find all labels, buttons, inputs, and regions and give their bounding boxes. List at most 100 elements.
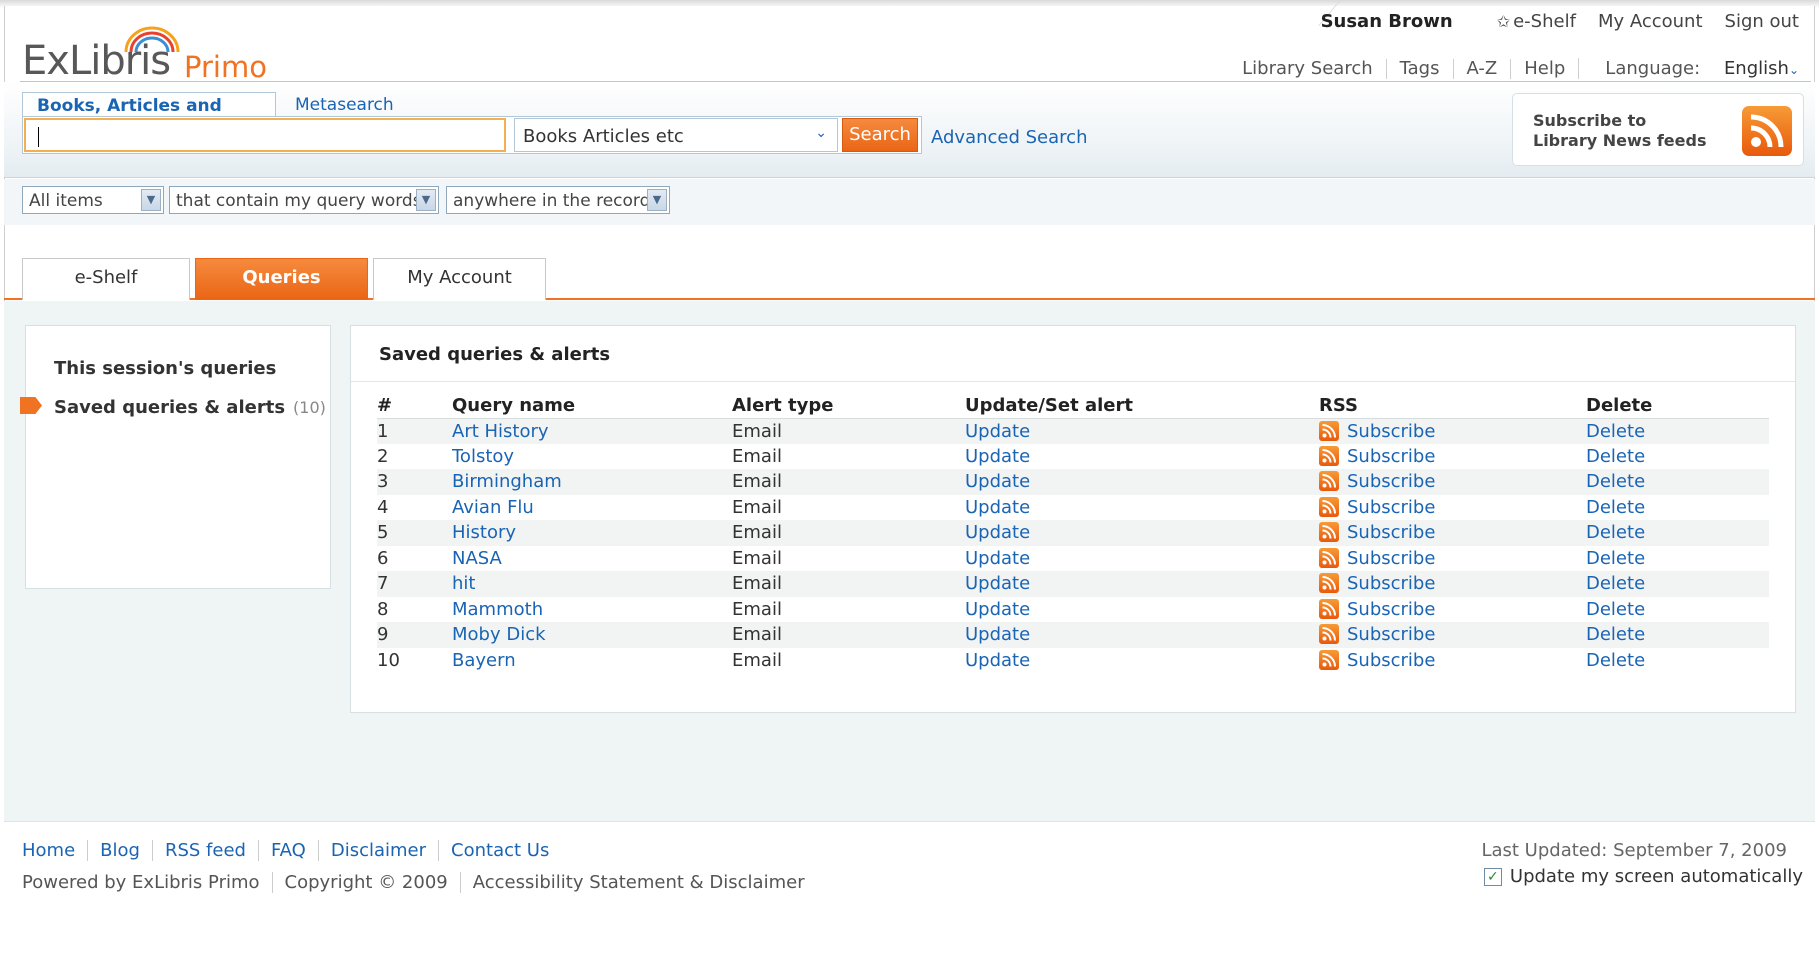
nav-library-search[interactable]: Library Search xyxy=(1229,58,1386,79)
delete-query-link[interactable]: Delete xyxy=(1586,599,1645,620)
tab-books-articles[interactable]: Books, Articles and More xyxy=(22,92,276,136)
update-alert-link[interactable]: Update xyxy=(965,421,1030,442)
query-name-link[interactable]: Bayern xyxy=(452,650,516,671)
update-alert-link[interactable]: Update xyxy=(965,522,1030,543)
rss-icon[interactable] xyxy=(1319,496,1339,517)
exlibris-primo-logo[interactable]: ExLibris Primo xyxy=(22,26,282,84)
sign-out-link[interactable]: Sign out xyxy=(1725,11,1799,32)
rss-subscribe-link[interactable]: Subscribe xyxy=(1347,650,1435,671)
scope-select[interactable]: Books Articles etc ⌄ xyxy=(514,118,838,152)
query-name-link[interactable]: Mammoth xyxy=(452,599,543,620)
delete-query-link[interactable]: Delete xyxy=(1586,573,1645,594)
alert-type: Email xyxy=(732,622,965,648)
tab-queries[interactable]: Queries xyxy=(195,258,368,300)
tab-metasearch[interactable]: Metasearch xyxy=(295,92,394,118)
column-header-delete: Delete xyxy=(1586,394,1769,419)
rss-subscribe-link[interactable]: Subscribe xyxy=(1347,573,1435,594)
rss-icon[interactable] xyxy=(1319,547,1339,568)
table-row: 1 Art History Email Update Subscribe Delete xyxy=(377,418,1769,444)
rss-icon[interactable] xyxy=(1319,573,1339,594)
rss-subscribe-link[interactable]: Subscribe xyxy=(1347,624,1435,645)
rss-icon[interactable] xyxy=(1319,420,1339,441)
material-type-select[interactable]: All items ▼ xyxy=(22,186,164,214)
delete-query-link[interactable]: Delete xyxy=(1586,624,1645,645)
footer-link-blog[interactable]: Blog xyxy=(87,840,152,861)
table-row: 2 Tolstoy Email Update Subscribe Delete xyxy=(377,444,1769,470)
update-alert-link[interactable]: Update xyxy=(965,573,1030,594)
rss-icon[interactable] xyxy=(1319,522,1339,543)
table-body: 1 Art History Email Update Subscribe Delete 2 T… xyxy=(377,418,1769,673)
footer-link-rss-feed[interactable]: RSS feed xyxy=(151,840,258,861)
update-alert-link[interactable]: Update xyxy=(965,471,1030,492)
query-name-link[interactable]: Art History xyxy=(452,421,549,442)
rss-subscribe-link[interactable]: Subscribe xyxy=(1347,421,1435,442)
search-button[interactable]: Search xyxy=(842,118,918,152)
arrow-marker-icon xyxy=(20,397,42,414)
query-name-link[interactable]: hit xyxy=(452,573,475,594)
footer-link-disclaimer[interactable]: Disclaimer xyxy=(317,840,438,861)
column-header-query-name: Query name xyxy=(452,394,732,419)
chevron-down-icon: ▼ xyxy=(416,189,436,211)
update-alert-link[interactable]: Update xyxy=(965,650,1030,671)
alert-type: Email xyxy=(732,571,965,597)
delete-query-link[interactable]: Delete xyxy=(1586,522,1645,543)
rss-subscribe-link[interactable]: Subscribe xyxy=(1347,522,1435,543)
rss-icon[interactable] xyxy=(1319,471,1339,492)
delete-query-link[interactable]: Delete xyxy=(1586,421,1645,442)
accessibility-statement-link[interactable]: Accessibility Statement & Disclaimer xyxy=(459,872,817,893)
row-number: 4 xyxy=(377,496,389,518)
delete-query-link[interactable]: Delete xyxy=(1586,497,1645,518)
rss-promo-box[interactable]: Subscribe to Library News feeds xyxy=(1512,93,1804,166)
nav-help[interactable]: Help xyxy=(1510,58,1578,79)
query-name-link[interactable]: Avian Flu xyxy=(452,497,534,518)
update-alert-link[interactable]: Update xyxy=(965,599,1030,620)
rss-subscribe-link[interactable]: Subscribe xyxy=(1347,446,1435,467)
query-name-link[interactable]: Tolstoy xyxy=(452,446,514,467)
rss-subscribe-link[interactable]: Subscribe xyxy=(1347,471,1435,492)
rss-icon[interactable] xyxy=(1319,445,1339,466)
footer-link-faq[interactable]: FAQ xyxy=(257,840,318,861)
table-row: 6 NASA Email Update Subscribe Delete xyxy=(377,546,1769,572)
user-nav: Susan Brown ✩ e-Shelf My Account Sign out xyxy=(1299,8,1799,34)
delete-query-link[interactable]: Delete xyxy=(1586,548,1645,569)
rss-icon[interactable] xyxy=(1319,624,1339,645)
auto-update-option[interactable]: ✓ Update my screen automatically xyxy=(1483,866,1803,887)
delete-query-link[interactable]: Delete xyxy=(1586,650,1645,671)
footer-link-contact-us[interactable]: Contact Us xyxy=(438,840,561,861)
tab-eshelf[interactable]: e-Shelf xyxy=(22,258,190,300)
update-alert-link[interactable]: Update xyxy=(965,497,1030,518)
language-selector[interactable]: Language: English⌄ xyxy=(1578,58,1809,79)
table-header-row: # Query name Alert type Update/Set alert… xyxy=(377,394,1769,419)
row-number: 7 xyxy=(377,571,452,597)
update-alert-link[interactable]: Update xyxy=(965,548,1030,569)
rss-subscribe-link[interactable]: Subscribe xyxy=(1347,599,1435,620)
delete-query-link[interactable]: Delete xyxy=(1586,446,1645,467)
precision-select[interactable]: that contain my query words ▼ xyxy=(169,186,439,214)
update-alert-link[interactable]: Update xyxy=(965,624,1030,645)
query-name-link[interactable]: Birmingham xyxy=(452,471,562,492)
nav-a-z[interactable]: A-Z xyxy=(1452,58,1511,79)
sidebar-item-saved-queries[interactable]: Saved queries & alerts (10) xyxy=(54,397,326,418)
panel-divider xyxy=(351,381,1795,382)
query-name-link[interactable]: History xyxy=(452,522,516,543)
footer-link-home[interactable]: Home xyxy=(22,840,87,861)
sidebar-item-session-queries[interactable]: This session's queries xyxy=(54,358,276,379)
my-account-link[interactable]: My Account xyxy=(1598,11,1703,32)
eshelf-link[interactable]: ✩ e-Shelf xyxy=(1475,11,1576,32)
rss-icon[interactable] xyxy=(1319,598,1339,619)
advanced-search-link[interactable]: Advanced Search xyxy=(931,127,1087,148)
update-alert-link[interactable]: Update xyxy=(965,446,1030,467)
rss-subscribe-link[interactable]: Subscribe xyxy=(1347,548,1435,569)
rss-icon[interactable] xyxy=(1319,649,1339,670)
query-name-link[interactable]: Moby Dick xyxy=(452,624,546,645)
main-nav: Library Search Tags A-Z Help Language: E… xyxy=(1229,58,1809,79)
delete-query-link[interactable]: Delete xyxy=(1586,471,1645,492)
tab-my-account[interactable]: My Account xyxy=(373,258,546,300)
rss-subscribe-link[interactable]: Subscribe xyxy=(1347,497,1435,518)
nav-tags[interactable]: Tags xyxy=(1385,58,1453,79)
query-name-link[interactable]: NASA xyxy=(452,548,502,569)
alert-type: Email xyxy=(732,598,782,620)
field-select[interactable]: anywhere in the record ▼ xyxy=(446,186,670,214)
checkbox-checked-icon[interactable]: ✓ xyxy=(1483,867,1502,886)
search-input[interactable] xyxy=(24,118,506,152)
